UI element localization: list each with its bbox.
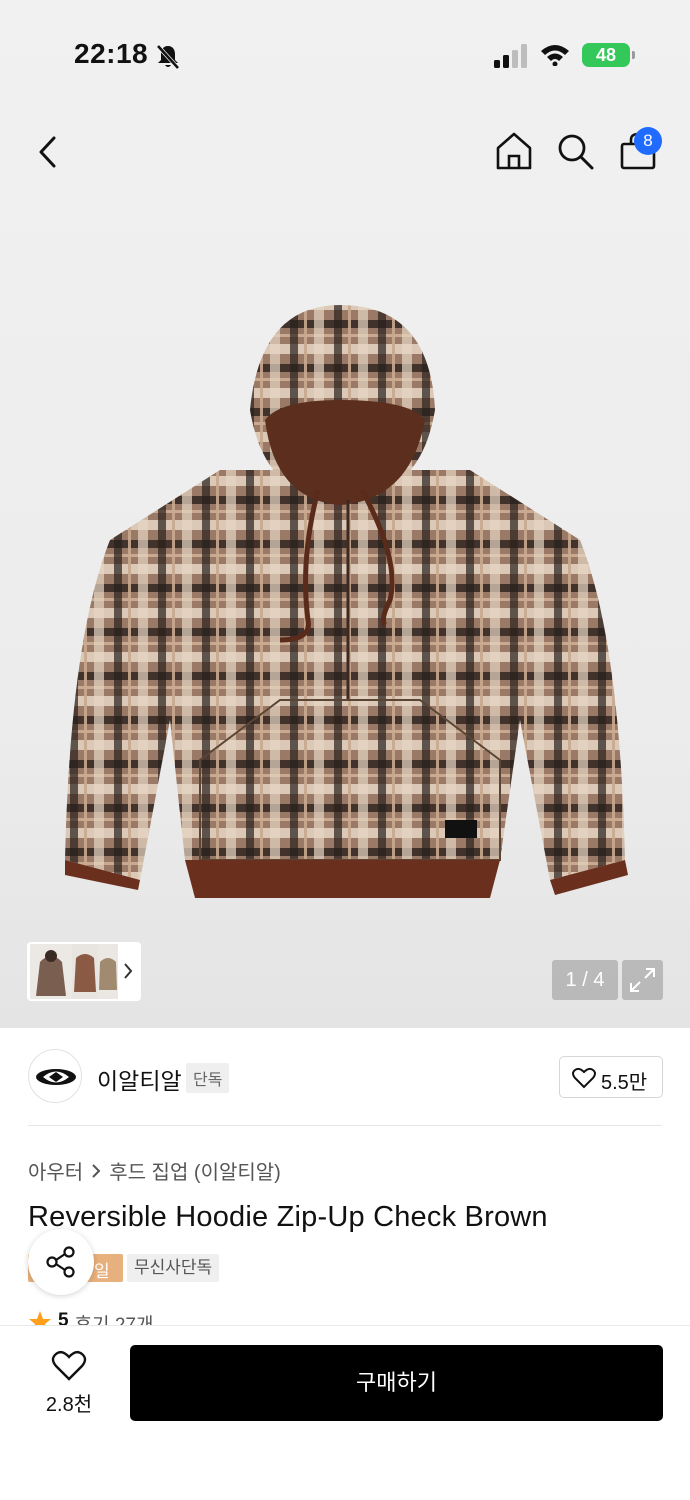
back-arrow-icon[interactable] <box>30 130 70 174</box>
heart-icon <box>51 1350 87 1381</box>
rating-value: 5 <box>58 1310 69 1326</box>
buy-button[interactable]: 구매하기 <box>130 1345 663 1421</box>
expand-image-button[interactable] <box>622 960 663 1000</box>
wishlist-count: 2.8천 <box>45 1394 93 1416</box>
thumbnail-strip[interactable] <box>27 942 141 1001</box>
brand-logo[interactable] <box>28 1049 82 1103</box>
review-count: 후기 27개 <box>74 1315 154 1326</box>
exclusive-tag: 무신사단독 <box>127 1254 220 1282</box>
divider <box>28 1125 662 1126</box>
exclusive-badge: 단독 <box>186 1063 230 1093</box>
image-counter: 1 / 4 <box>552 960 618 1000</box>
status-time: 22:18 <box>74 38 149 69</box>
share-button[interactable] <box>28 1229 94 1295</box>
breadcrumb-category[interactable]: 아우터 <box>28 1156 83 1185</box>
brand-like-count: 5.5만 <box>601 1072 648 1094</box>
breadcrumb: 아우터 후드 집업 (이알티알) <box>28 1156 281 1185</box>
expand-icon <box>630 968 655 992</box>
cart-count-badge: 8 <box>634 127 662 155</box>
product-photo[interactable] <box>50 300 640 920</box>
breadcrumb-subcategory[interactable]: 후드 집업 (이알티알) <box>109 1156 281 1185</box>
product-title: Reversible Hoodie Zip-Up Check Brown <box>28 1201 548 1233</box>
wifi-icon <box>541 45 569 66</box>
home-icon[interactable] <box>494 130 534 172</box>
brand-logo-mark <box>36 1069 76 1085</box>
heart-icon <box>572 1067 596 1089</box>
chevron-right-icon <box>92 1163 101 1178</box>
sale-tag-label: 일 <box>94 1262 110 1281</box>
bell-off-icon <box>156 44 180 70</box>
brand-like-button[interactable]: 5.5만 <box>559 1056 663 1098</box>
brand-name[interactable]: 이알티알 <box>97 1062 182 1096</box>
star-icon <box>29 1311 51 1326</box>
wishlist-button[interactable]: 2.8천 <box>36 1348 102 1418</box>
chevron-right-icon[interactable] <box>123 962 133 980</box>
signal-icon <box>494 44 527 68</box>
status-bar: 22:18 48 <box>0 0 690 100</box>
share-icon <box>46 1246 75 1278</box>
battery-indicator: 48 <box>582 43 635 67</box>
thumbnail-images[interactable] <box>30 944 120 999</box>
search-icon[interactable] <box>556 132 596 172</box>
rating-row[interactable]: 5 후기 27개 <box>28 1310 153 1326</box>
